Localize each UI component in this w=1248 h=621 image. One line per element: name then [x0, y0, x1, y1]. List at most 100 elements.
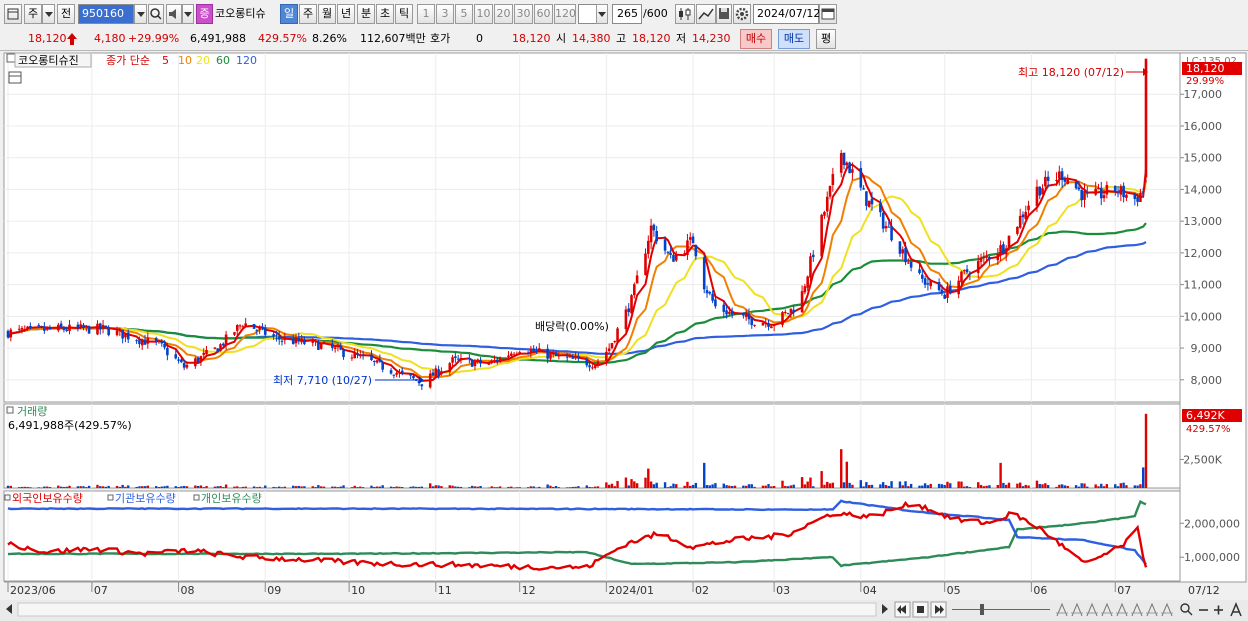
speaker-icon[interactable]	[166, 4, 182, 24]
volume-bar	[356, 487, 359, 488]
candle-body	[68, 324, 71, 331]
tab-second[interactable]: 초	[376, 4, 394, 24]
volume-bar	[879, 484, 882, 488]
buy-button[interactable]: 매수	[740, 29, 772, 49]
tab-year[interactable]: 년	[337, 4, 355, 24]
candle-body	[828, 185, 832, 197]
volume-bar	[549, 485, 552, 488]
candle-body	[767, 323, 770, 327]
interval-30[interactable]: 30	[514, 4, 533, 24]
volume-bar	[968, 487, 972, 488]
candle-body	[1116, 192, 1120, 194]
line-tool-icon[interactable]	[696, 4, 716, 24]
volume-bar	[233, 486, 236, 488]
volume-bar	[568, 487, 572, 488]
volume-bar	[770, 486, 773, 488]
low-annotation: 최저 7,710 (10/27)	[273, 374, 372, 387]
volume-bar	[1002, 482, 1005, 488]
tab-day[interactable]: 일	[280, 4, 298, 24]
candle-body	[398, 371, 401, 374]
volume-bar	[890, 481, 893, 488]
candle-body	[468, 358, 471, 360]
candle-body	[238, 325, 242, 327]
calendar-icon[interactable]	[819, 4, 837, 24]
volume-bar	[965, 486, 969, 488]
volume-bar	[1100, 483, 1103, 488]
sell-button[interactable]: 매도	[778, 29, 810, 49]
candle-body	[1119, 186, 1123, 195]
market-button[interactable]: 주	[24, 4, 42, 24]
candle-body	[40, 326, 43, 328]
volume-bar	[409, 486, 412, 488]
interval-20[interactable]: 20	[494, 4, 513, 24]
avg-button[interactable]: 평	[816, 29, 836, 49]
interval-3[interactable]: 3	[436, 4, 454, 24]
interval-120[interactable]: 120	[554, 4, 576, 24]
interval-1[interactable]: 1	[417, 4, 435, 24]
candle-body	[1046, 176, 1050, 181]
holdings-y-tick-label: 2,000,000	[1184, 517, 1240, 530]
date-input[interactable]: 2024/07/12	[753, 4, 820, 24]
count-input[interactable]: 265	[612, 4, 642, 24]
candle-body	[76, 324, 80, 328]
candle-type-icon[interactable]	[675, 4, 695, 24]
candle-body	[440, 371, 443, 375]
interval-10[interactable]: 10	[474, 4, 493, 24]
x-tick-label: 09	[267, 584, 281, 597]
volume-bar	[59, 486, 63, 488]
candle-body	[851, 169, 854, 173]
volume-bar	[831, 482, 835, 488]
volume-bar	[1044, 483, 1047, 488]
candle-body	[515, 353, 519, 355]
interval-60[interactable]: 60	[534, 4, 553, 24]
candle-body	[1074, 181, 1078, 189]
sound-dropdown[interactable]	[182, 4, 194, 24]
volume-bar	[498, 486, 502, 488]
volume-bar	[691, 484, 695, 488]
tab-tick[interactable]: 틱	[395, 4, 413, 24]
volume-bar	[1097, 486, 1100, 488]
window-icon[interactable]	[4, 4, 22, 24]
candle-body	[487, 363, 491, 365]
tab-month[interactable]: 월	[318, 4, 336, 24]
stock-code-input[interactable]: 950160	[78, 4, 134, 24]
volume-bar	[988, 485, 991, 488]
interval-dropdown[interactable]	[596, 4, 608, 24]
holdings-legend-1: 외국인보유수량	[12, 492, 83, 505]
volume-bar	[1142, 467, 1145, 488]
candle-body	[633, 284, 636, 296]
volume-bar	[904, 481, 907, 488]
save-icon[interactable]	[716, 4, 732, 24]
search-icon[interactable]	[148, 4, 164, 24]
code-dropdown[interactable]	[134, 4, 147, 24]
candle-body	[733, 312, 737, 314]
gear-icon[interactable]	[733, 4, 751, 24]
market-dropdown[interactable]	[42, 4, 55, 24]
volume-bar	[867, 485, 871, 488]
candle-body	[839, 153, 843, 173]
period-button[interactable]: 전	[57, 4, 75, 24]
volume-bar	[985, 485, 988, 488]
tab-week[interactable]: 주	[299, 4, 317, 24]
candle-body	[655, 230, 658, 242]
candle-body	[261, 326, 264, 328]
stock-chart[interactable]: 8,000 9,000 10,000 11,000 12,000 13,000 14,000…	[0, 51, 1248, 621]
volume-bar	[303, 486, 306, 488]
volume-bar	[1105, 484, 1109, 488]
volume-bar	[633, 481, 636, 488]
volume-bar	[1094, 484, 1097, 488]
tab-minute[interactable]: 분	[357, 4, 375, 24]
volume-bar	[85, 487, 88, 488]
x-end-label: 07/12	[1188, 584, 1220, 597]
volume-bar	[588, 486, 591, 488]
volume-bar	[297, 485, 300, 488]
volume-bar	[322, 486, 326, 488]
candle-body	[672, 254, 675, 262]
candle-body	[1122, 185, 1125, 198]
candle-body	[842, 152, 846, 166]
candle-body	[957, 280, 960, 295]
volume-bar	[1016, 483, 1019, 488]
volume-bar	[146, 485, 150, 488]
interval-5[interactable]: 5	[455, 4, 473, 24]
volume-bar	[180, 486, 183, 488]
